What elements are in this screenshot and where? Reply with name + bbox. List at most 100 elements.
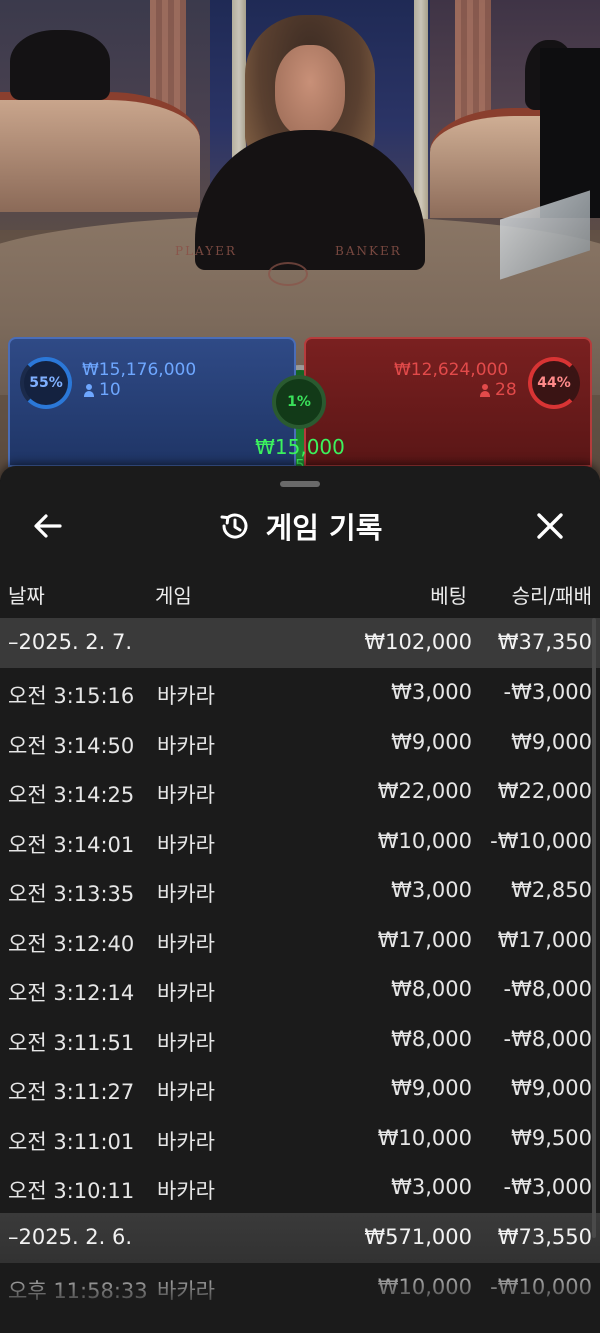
row-result: ₩22,000 <box>497 779 592 803</box>
row-game: 바카라 <box>157 882 215 906</box>
sheet-header: 게임 기록 <box>0 496 600 556</box>
player-percent-ring: 55% <box>20 357 72 409</box>
row-game: 바카라 <box>157 783 215 807</box>
history-row[interactable]: 오전 3:11:01 바카라 ₩10,000 ₩9,500 <box>0 1114 600 1164</box>
row-result: ₩9,000 <box>511 729 592 754</box>
row-result: -₩8,000 <box>503 1026 592 1051</box>
game-history-sheet: 게임 기록 날짜 게임 베팅 승리/패배 –2025. 2. 7. ₩102,0… <box>0 466 600 1333</box>
row-time: 오후 11:58:33 <box>8 1278 148 1303</box>
column-header-date[interactable]: 날짜 <box>8 580 45 609</box>
group-total-result: ₩37,350 <box>497 630 592 654</box>
history-row[interactable]: 오전 3:10:11 바카라 ₩3,000 -₩3,000 <box>0 1163 600 1213</box>
sheet-title-group: 게임 기록 <box>0 496 600 556</box>
history-row[interactable]: 오전 3:12:40 바카라 ₩17,000 ₩17,000 <box>0 916 600 966</box>
banker-bettor-count: 28 <box>480 380 517 400</box>
side-table-left <box>0 92 200 212</box>
back-button[interactable] <box>28 506 68 546</box>
banker-bettor-count-value: 28 <box>495 380 517 400</box>
row-game: 바카라 <box>157 684 215 708</box>
column-header-bet[interactable]: 베팅 <box>430 580 467 609</box>
row-bet: ₩17,000 <box>377 927 472 952</box>
row-result: -₩10,000 <box>490 828 592 853</box>
group-date: –2025. 2. 6. <box>8 1224 133 1249</box>
dealer-face <box>275 45 345 137</box>
player-total-amount: ₩15,176,000 <box>82 360 197 380</box>
row-bet: ₩9,000 <box>391 1076 472 1100</box>
row-time: 오전 3:14:01 <box>8 832 135 857</box>
row-game: 바카라 <box>157 832 215 857</box>
row-result: ₩2,850 <box>511 878 592 902</box>
arrow-left-icon <box>34 514 62 538</box>
tie-percent-ring: 1% <box>272 375 326 429</box>
close-icon <box>537 513 563 539</box>
history-row[interactable]: 오전 3:14:25 바카라 ₩22,000 ₩22,000 <box>0 767 600 817</box>
history-row[interactable]: 오전 3:11:27 바카라 ₩9,000 ₩9,000 <box>0 1064 600 1114</box>
row-bet: ₩9,000 <box>391 729 472 754</box>
row-game: 바카라 <box>157 1080 215 1104</box>
dealer <box>175 15 445 270</box>
row-time: 오전 3:12:14 <box>8 981 135 1005</box>
row-time: 오전 3:13:35 <box>8 882 135 906</box>
row-result: ₩9,500 <box>511 1125 592 1150</box>
history-icon <box>220 513 248 539</box>
row-game: 바카라 <box>157 1278 215 1303</box>
row-bet: ₩8,000 <box>391 977 472 1001</box>
row-bet: ₩3,000 <box>391 680 472 704</box>
player-bettor-count: 10 <box>84 380 121 400</box>
row-game: 바카라 <box>157 733 215 758</box>
history-row[interactable]: 오전 3:11:51 바카라 ₩8,000 -₩8,000 <box>0 1015 600 1065</box>
tie-percent: 1% <box>287 394 311 410</box>
banker-percent: 44% <box>537 375 571 391</box>
row-bet: ₩3,000 <box>391 878 472 902</box>
row-time: 오전 3:11:51 <box>8 1030 135 1055</box>
history-row[interactable]: 오전 3:14:01 바카라 ₩10,000 -₩10,000 <box>0 817 600 867</box>
column-header-game[interactable]: 게임 <box>155 580 192 609</box>
player-bettor-count-value: 10 <box>99 380 121 400</box>
banker-percent-ring: 44% <box>528 357 580 409</box>
row-result: -₩3,000 <box>503 1175 592 1199</box>
row-bet: ₩8,000 <box>391 1026 472 1051</box>
column-header-result[interactable]: 승리/패배 <box>512 580 592 609</box>
group-total-bet: ₩102,000 <box>364 630 472 654</box>
date-group-header[interactable]: –2025. 2. 7. ₩102,000 ₩37,350 <box>0 618 600 668</box>
row-game: 바카라 <box>157 981 215 1005</box>
row-game: 바카라 <box>157 1129 215 1154</box>
dealer-monitor <box>540 48 600 218</box>
row-time: 오전 3:14:50 <box>8 733 135 758</box>
row-result: -₩8,000 <box>503 977 592 1001</box>
sheet-drag-handle[interactable] <box>280 481 320 487</box>
group-total-result: ₩73,550 <box>497 1224 592 1249</box>
row-game: 바카라 <box>157 931 215 956</box>
row-result: -₩10,000 <box>490 1274 592 1299</box>
row-time: 오전 3:12:40 <box>8 931 135 956</box>
row-time: 오전 3:10:11 <box>8 1179 135 1203</box>
close-button[interactable] <box>530 506 570 546</box>
history-scrollbar[interactable] <box>592 618 596 1238</box>
row-result: ₩9,000 <box>511 1076 592 1100</box>
history-row[interactable]: 오전 3:13:35 바카라 ₩3,000 ₩2,850 <box>0 866 600 916</box>
row-bet: ₩22,000 <box>377 779 472 803</box>
bet-distribution: 55% ₩15,176,000 10 44% ₩12,624,000 28 1%… <box>0 335 600 565</box>
banker-total-amount: ₩12,624,000 <box>394 360 509 380</box>
row-time: 오전 3:11:01 <box>8 1129 135 1154</box>
table-banker-label: BANKER <box>335 244 402 258</box>
group-total-bet: ₩571,000 <box>364 1224 472 1249</box>
history-row[interactable]: 오후 11:58:33 바카라 ₩10,000 -₩10,000 <box>0 1263 600 1313</box>
row-bet: ₩3,000 <box>391 1175 472 1199</box>
user-icon <box>84 383 94 397</box>
history-row[interactable]: 오전 3:12:14 바카라 ₩8,000 -₩8,000 <box>0 965 600 1015</box>
row-time: 오전 3:14:25 <box>8 783 135 807</box>
row-bet: ₩10,000 <box>377 1274 472 1299</box>
history-list: –2025. 2. 7. ₩102,000 ₩37,350 오전 3:15:16… <box>0 618 600 1312</box>
date-group-header[interactable]: –2025. 2. 6. ₩571,000 ₩73,550 <box>0 1212 600 1263</box>
row-game: 바카라 <box>157 1030 215 1055</box>
row-time: 오전 3:11:27 <box>8 1080 135 1104</box>
sheet-title: 게임 기록 <box>265 511 383 545</box>
history-row[interactable]: 오전 3:15:16 바카라 ₩3,000 -₩3,000 <box>0 668 600 718</box>
row-bet: ₩10,000 <box>377 1125 472 1150</box>
user-icon <box>480 383 490 397</box>
history-row[interactable]: 오전 3:14:50 바카라 ₩9,000 ₩9,000 <box>0 718 600 768</box>
group-date: –2025. 2. 7. <box>8 630 133 654</box>
row-result: ₩17,000 <box>497 927 592 952</box>
side-dealer-left <box>10 30 110 100</box>
